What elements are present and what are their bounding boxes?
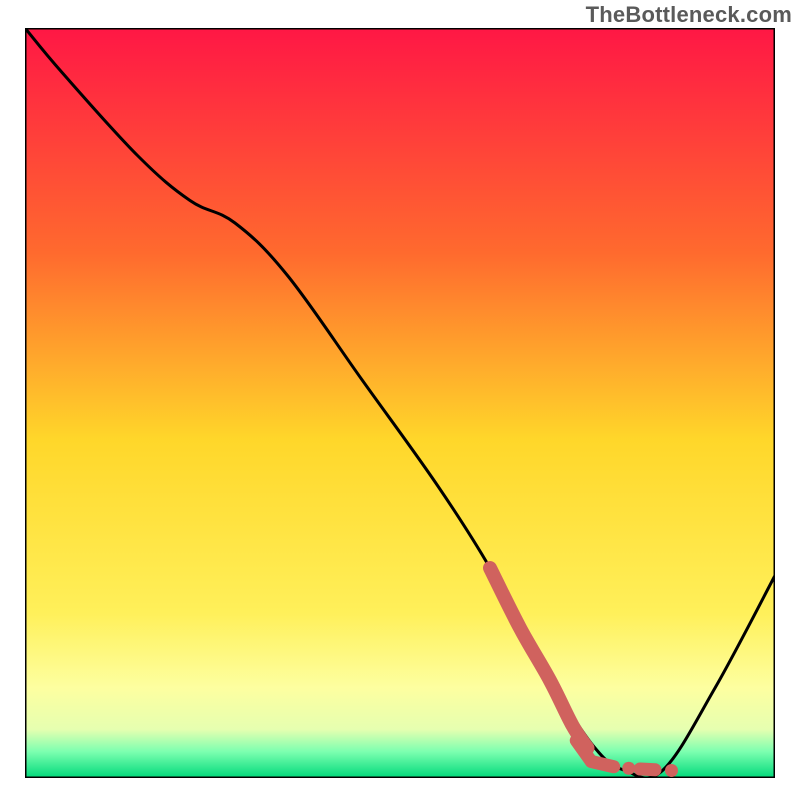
chart-svg bbox=[25, 28, 775, 778]
plot-background bbox=[25, 28, 775, 778]
page-root: TheBottleneck.com bbox=[0, 0, 800, 800]
watermark-text: TheBottleneck.com bbox=[586, 2, 792, 28]
plot-container bbox=[25, 28, 775, 778]
